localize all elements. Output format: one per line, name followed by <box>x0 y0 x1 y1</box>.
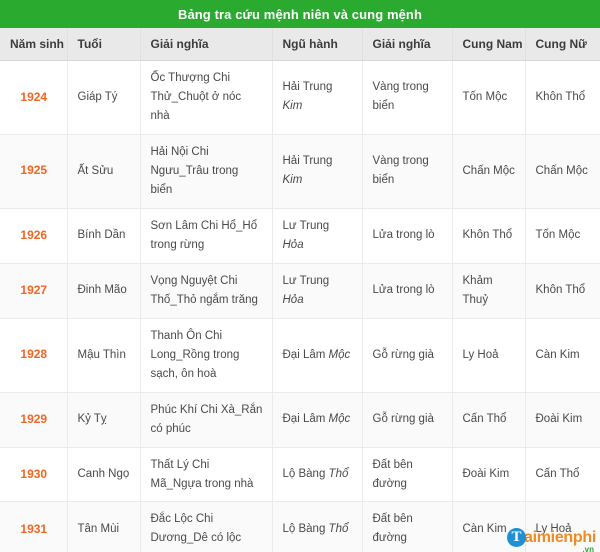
element-name: Lộ Bàng <box>282 522 329 535</box>
cell-meaning-2: Vàng trong biển <box>362 60 453 135</box>
cell-cung-nu: Khôn Thổ <box>525 60 600 135</box>
table-row: 1929 Kỷ Tỵ Phúc Khí Chi Xà_Rắn có phúc Đại … <box>0 392 600 448</box>
cell-meaning-2: Gỗ rừng già <box>362 392 453 448</box>
cell-year: 1925 <box>0 134 68 209</box>
element-accent: Thổ <box>328 468 349 481</box>
column-header-meaning-1[interactable]: Giải nghĩa <box>140 28 273 61</box>
cell-meaning-2: Lửa trong lò <box>362 208 453 264</box>
lookup-table-page: Bảng tra cứu mệnh niên và cung mệnh Năm … <box>0 0 600 552</box>
cell-meaning-1: Phúc Khí Chi Xà_Rắn có phúc <box>140 392 273 448</box>
column-header-meaning-2[interactable]: Giải nghĩa <box>362 28 453 61</box>
cell-element: Hải Trung Kim <box>272 134 363 209</box>
element-accent: Mộc <box>328 413 351 426</box>
cell-element: Đại Lâm Mộc <box>272 392 363 448</box>
element-accent: Thổ <box>328 522 349 535</box>
cell-cung-nam: Chấn Mộc <box>452 134 526 209</box>
element-name: Đại Lâm <box>282 348 329 361</box>
cell-element: Đại Lâm Mộc <box>272 318 363 393</box>
element-accent: Hỏa <box>282 238 304 251</box>
cell-element: Lộ Bàng Thổ <box>272 501 363 552</box>
cell-year: 1924 <box>0 60 68 135</box>
element-accent: Kim <box>282 100 303 113</box>
cell-year: 1931 <box>0 501 68 552</box>
cell-year: 1928 <box>0 318 68 393</box>
table-row: 1924 Giáp Tý Ốc Thượng Chi Thử_Chuột ở nóc… <box>0 60 600 135</box>
cell-meaning-2: Đất bên đường <box>362 501 453 552</box>
page-title-bar: Bảng tra cứu mệnh niên và cung mệnh <box>0 0 600 28</box>
table-header-row: Năm sinh Tuổi Giải nghĩa Ngũ hành Giải n… <box>0 28 600 61</box>
cell-meaning-1: Thất Lý Chi Mã_Ngựa trong nhà <box>140 447 273 503</box>
cell-element: Lộ Bàng Thổ <box>272 447 363 503</box>
cell-meaning-2: Vàng trong biển <box>362 134 453 209</box>
column-header-element[interactable]: Ngũ hành <box>272 28 363 61</box>
cell-cung-nu: Đoài Kim <box>525 392 600 448</box>
element-accent: Mộc <box>328 348 351 361</box>
element-accent: Hỏa <box>282 293 304 306</box>
cell-meaning-1: Vọng Nguyệt Chi Thố_Thỏ ngắm trăng <box>140 263 273 319</box>
column-header-year[interactable]: Năm sinh <box>0 28 68 61</box>
table-row: 1925 Ất Sửu Hải Nội Chi Ngưu_Trâu trong bi… <box>0 134 600 209</box>
cell-age: Đinh Mão <box>67 263 141 319</box>
element-name: Lư Trung <box>282 274 330 287</box>
cell-age: Bính Dần <box>67 208 141 264</box>
cell-element: Lư Trung Hỏa <box>272 263 363 319</box>
cell-year: 1927 <box>0 263 68 319</box>
column-header-cung-nam[interactable]: Cung Nam <box>452 28 526 61</box>
cell-year: 1930 <box>0 447 68 503</box>
table-row: 1926 Bính Dần Sơn Lâm Chi Hổ_Hổ trong rừng… <box>0 208 600 264</box>
table-row: 1928 Mậu Thìn Thanh Ôn Chi Long_Rồng trong… <box>0 318 600 393</box>
cell-cung-nu: Khôn Thổ <box>525 263 600 319</box>
cell-cung-nu: Tốn Mộc <box>525 208 600 264</box>
cell-cung-nam: Cấn Thổ <box>452 392 526 448</box>
cell-meaning-1: Đắc Lộc Chi Dương_Dê có lộc <box>140 501 273 552</box>
table-header: Năm sinh Tuổi Giải nghĩa Ngũ hành Giải n… <box>0 28 600 61</box>
table-row: 1930 Canh Ngọ Thất Lý Chi Mã_Ngựa trong nh… <box>0 447 600 503</box>
column-header-cung-nu[interactable]: Cung Nữ <box>525 28 600 61</box>
table-body: 1924 Giáp Tý Ốc Thượng Chi Thử_Chuột ở nóc… <box>0 60 600 552</box>
column-header-age[interactable]: Tuổi <box>67 28 141 61</box>
table-row: 1931 Tân Mùi Đắc Lộc Chi Dương_Dê có lộc Lộ… <box>0 501 600 552</box>
table-row: 1927 Đinh Mão Vọng Nguyệt Chi Thố_Thỏ ngắm… <box>0 263 600 319</box>
cell-age: Tân Mùi <box>67 501 141 552</box>
cell-year: 1926 <box>0 208 68 264</box>
cell-age: Mậu Thìn <box>67 318 141 393</box>
cell-age: Giáp Tý <box>67 60 141 135</box>
cell-meaning-2: Gỗ rừng già <box>362 318 453 393</box>
cell-age: Canh Ngọ <box>67 447 141 503</box>
cell-cung-nam: Đoài Kim <box>452 447 526 503</box>
element-name: Hải Trung <box>282 81 333 94</box>
cell-age: Ất Sửu <box>67 134 141 209</box>
cell-cung-nam: Tốn Mộc <box>452 60 526 135</box>
cell-element: Lư Trung Hỏa <box>272 208 363 264</box>
element-name: Lư Trung <box>282 219 330 232</box>
cell-meaning-1: Hải Nội Chi Ngưu_Trâu trong biển <box>140 134 273 209</box>
cell-meaning-1: Thanh Ôn Chi Long_Rồng trong sạch, ôn ho… <box>140 318 273 393</box>
cell-cung-nam: Càn Kim <box>452 501 526 552</box>
element-accent: Kim <box>282 174 303 187</box>
element-name: Hải Trung <box>282 155 333 168</box>
cell-meaning-1: Ốc Thượng Chi Thử_Chuột ở nóc nhà <box>140 60 273 135</box>
cell-meaning-2: Đất bên đường <box>362 447 453 503</box>
cell-element: Hải Trung Kim <box>272 60 363 135</box>
cell-year: 1929 <box>0 392 68 448</box>
cell-meaning-2: Lửa trong lò <box>362 263 453 319</box>
cell-cung-nu: Chấn Mộc <box>525 134 600 209</box>
element-name: Lộ Bàng <box>282 468 329 481</box>
cell-cung-nu: Cấn Thổ <box>525 447 600 503</box>
cell-age: Kỷ Tỵ <box>67 392 141 448</box>
cell-cung-nam: Ly Hoả <box>452 318 526 393</box>
cell-cung-nu: Càn Kim <box>525 318 600 393</box>
cell-cung-nu: Ly Hoả <box>525 501 600 552</box>
cell-cung-nam: Khảm Thuỷ <box>452 263 526 319</box>
cell-cung-nam: Khôn Thổ <box>452 208 526 264</box>
cell-meaning-1: Sơn Lâm Chi Hổ_Hổ trong rừng <box>140 208 273 264</box>
fortune-lookup-table: Năm sinh Tuổi Giải nghĩa Ngũ hành Giải n… <box>0 28 600 552</box>
page-title: Bảng tra cứu mệnh niên và cung mệnh <box>177 6 423 22</box>
element-name: Đại Lâm <box>282 413 329 426</box>
